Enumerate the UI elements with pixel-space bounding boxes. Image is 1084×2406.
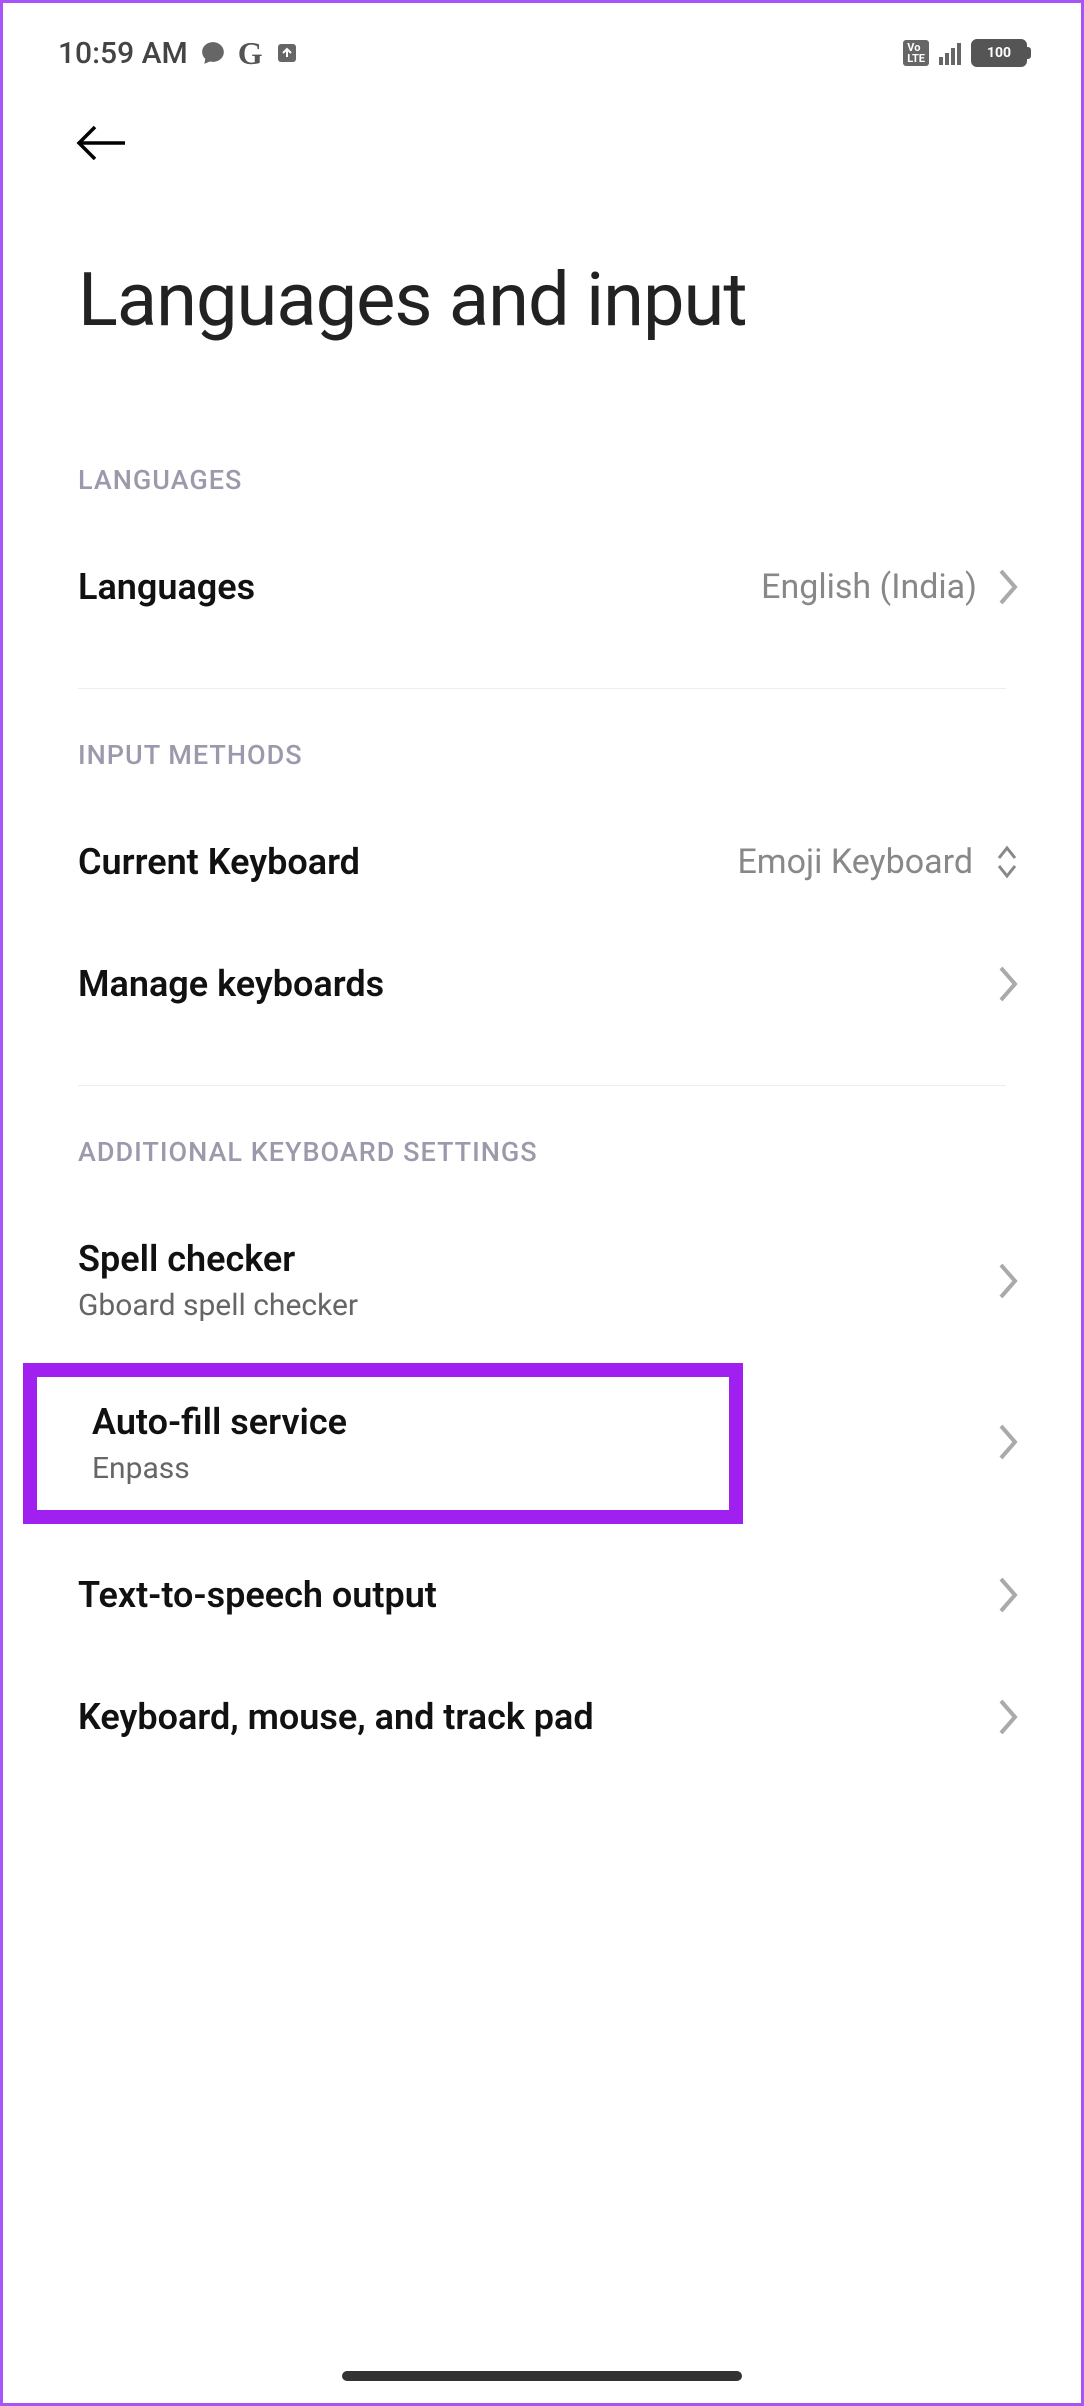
manage-keyboards-row[interactable]: Manage keyboards [3,923,1081,1045]
back-button[interactable] [3,93,1081,167]
tts-label: Text-to-speech output [78,1574,437,1616]
tts-row[interactable]: Text-to-speech output [3,1534,1081,1656]
status-right: VoLTE 100 [903,39,1031,67]
section-header-additional: ADDITIONAL KEYBOARD SETTINGS [3,1086,1081,1198]
keyboard-mouse-trackpad-row[interactable]: Keyboard, mouse, and track pad [3,1656,1081,1778]
chevron-right-icon [997,1261,1021,1301]
autofill-sublabel: Enpass [92,1451,347,1486]
spell-checker-row[interactable]: Spell checker Gboard spell checker [3,1198,1081,1363]
status-left: 10:59 AM G [58,35,299,72]
updown-icon [993,842,1021,882]
current-keyboard-value: Emoji Keyboard [737,842,973,882]
status-time: 10:59 AM [58,36,188,71]
autofill-label: Auto-fill service [92,1401,347,1443]
languages-row[interactable]: Languages English (India) [3,526,1081,648]
status-bar: 10:59 AM G VoLTE 100 [3,3,1081,93]
google-icon: G [238,35,263,72]
chevron-right-icon [997,1575,1021,1615]
manage-keyboards-label: Manage keyboards [78,963,384,1005]
chat-icon [200,40,226,66]
languages-value: English (India) [761,567,977,607]
current-keyboard-label: Current Keyboard [78,841,360,883]
chevron-right-icon [997,1697,1021,1737]
chevron-right-icon [997,1422,1021,1462]
battery-icon: 100 [971,39,1031,67]
upload-icon [275,41,299,65]
languages-label: Languages [78,566,255,608]
autofill-row[interactable]: Auto-fill service Enpass [37,1395,729,1492]
spell-checker-label: Spell checker [78,1238,358,1280]
spell-checker-sublabel: Gboard spell checker [78,1288,358,1323]
chevron-right-icon [997,964,1021,1004]
autofill-chevron-wrap[interactable] [997,1422,1081,1466]
home-indicator[interactable] [342,2371,742,2381]
section-header-input: INPUT METHODS [3,689,1081,801]
back-arrow-icon [73,123,129,163]
current-keyboard-row[interactable]: Current Keyboard Emoji Keyboard [3,801,1081,923]
page-title: Languages and input [3,167,1081,414]
autofill-highlight: Auto-fill service Enpass [23,1363,743,1524]
chevron-right-icon [997,567,1021,607]
signal-icon [939,41,961,65]
section-header-languages: LANGUAGES [3,414,1081,526]
volte-icon: VoLTE [903,40,929,66]
kmt-label: Keyboard, mouse, and track pad [78,1696,594,1738]
